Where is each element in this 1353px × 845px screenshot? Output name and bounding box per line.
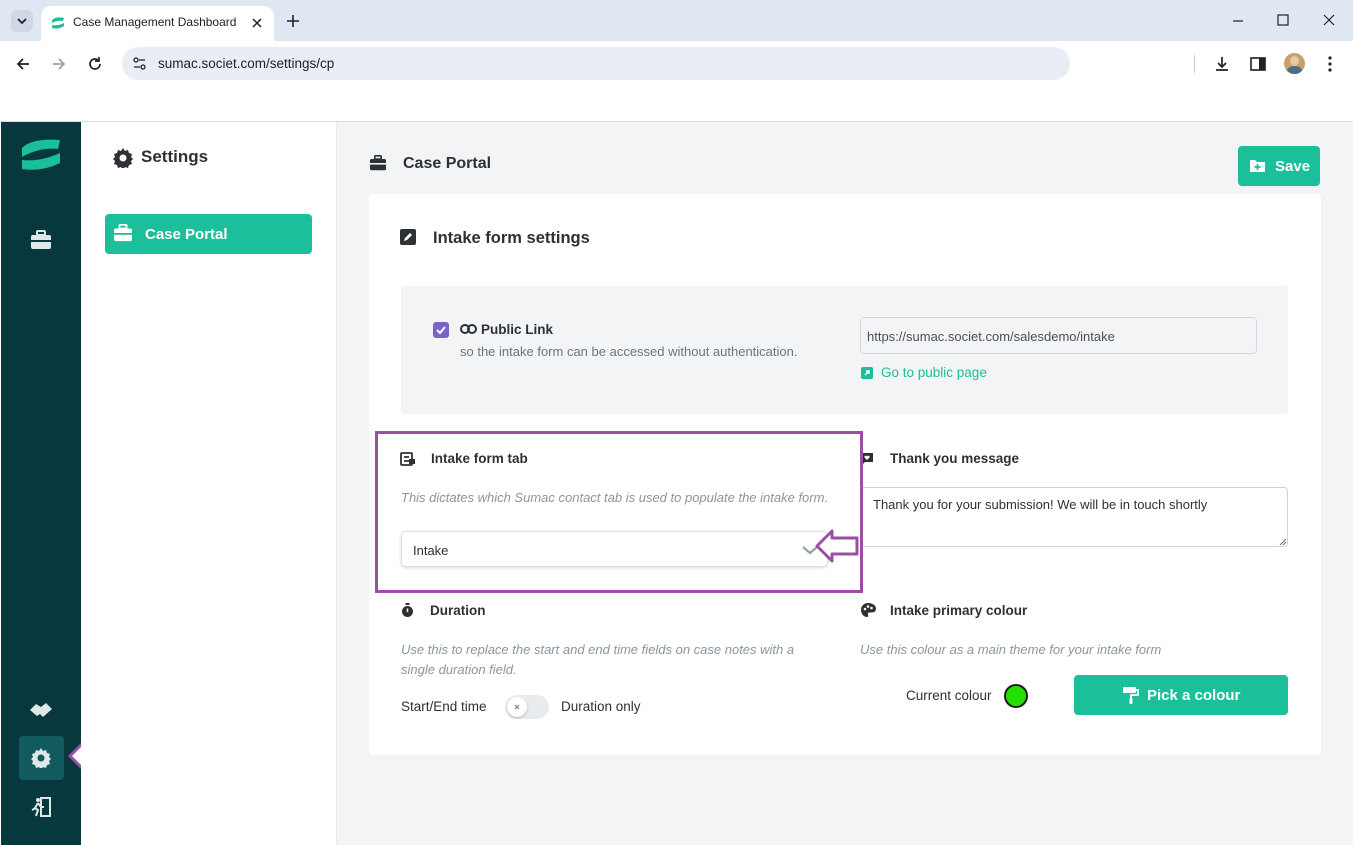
annotation-arrow-dropdown (815, 529, 859, 563)
check-icon (436, 326, 446, 335)
folder-plus-icon (1250, 160, 1265, 172)
bookmarks-bar (0, 87, 1353, 122)
settings-heading: Settings (141, 147, 209, 166)
duration-toggle[interactable] (505, 695, 549, 719)
gear-icon (31, 748, 51, 768)
close-window-icon[interactable] (1322, 13, 1336, 27)
new-tab-icon[interactable] (285, 13, 301, 29)
pick-colour-button[interactable]: Pick a colour (1074, 675, 1288, 715)
current-colour-label: Current colour (906, 688, 992, 703)
go-to-public-page-label: Go to public page (881, 365, 987, 380)
site-settings-icon[interactable] (132, 56, 147, 71)
sidebar-item-case-portal[interactable]: Case Portal (105, 214, 312, 254)
thank-you-textarea[interactable]: Thank you for your submission! We will b… (860, 487, 1288, 547)
public-url-value: https://sumac.societ.com/salesdemo/intak… (867, 329, 1115, 344)
public-link-panel: Public Link so the intake form can be ac… (401, 286, 1288, 414)
thank-you-label: Thank you message (890, 451, 1020, 466)
address-bar[interactable]: sumac.societ.com/settings/cp (122, 47, 1070, 80)
site-favicon-icon (52, 17, 64, 29)
save-label: Save (1275, 158, 1311, 175)
minimize-icon[interactable] (1231, 14, 1245, 28)
tab-title: Case Management Dashboard (73, 15, 237, 29)
settings-sidebar: Settings Case Portal (81, 122, 337, 845)
public-url-field[interactable]: https://sumac.societ.com/salesdemo/intak… (860, 317, 1257, 354)
url-text: sumac.societ.com/settings/cp (158, 56, 335, 71)
browser-tab[interactable]: Case Management Dashboard (41, 6, 274, 41)
primary-colour-description: Use this colour as a main theme for your… (860, 642, 1162, 657)
browser-tab-strip: Case Management Dashboard (0, 0, 1353, 41)
external-link-icon (861, 367, 873, 379)
save-button[interactable]: Save (1238, 146, 1320, 186)
duration-label: Duration (430, 603, 486, 618)
edit-square-icon (400, 229, 416, 245)
toggle-knob (507, 697, 527, 717)
duration-description: Use this to replace the start and end ti… (401, 642, 795, 677)
reload-icon[interactable] (87, 56, 103, 72)
handshake-icon[interactable] (29, 700, 53, 720)
thank-you-value: Thank you for your submission! We will b… (873, 497, 1208, 512)
duration-only-label: Duration only (561, 699, 641, 714)
side-panel-icon[interactable] (1249, 55, 1267, 73)
toolbar-divider (1194, 55, 1195, 73)
download-icon[interactable] (1213, 55, 1231, 73)
x-icon (514, 704, 520, 710)
resize-handle-icon[interactable] (1279, 538, 1287, 546)
section-title: Intake form settings (433, 229, 590, 247)
link-icon (460, 324, 477, 334)
maximize-icon[interactable] (1276, 13, 1290, 27)
primary-colour-label: Intake primary colour (890, 603, 1028, 618)
public-link-description: so the intake form can be accessed witho… (460, 344, 798, 359)
start-end-time-label: Start/End time (401, 699, 487, 714)
public-link-checkbox[interactable] (433, 322, 449, 338)
profile-avatar[interactable] (1284, 53, 1305, 74)
stopwatch-icon (402, 603, 413, 617)
tab-search-button[interactable] (11, 10, 33, 32)
gear-icon (113, 148, 133, 168)
annotation-highlight-box (375, 431, 863, 593)
exit-icon[interactable] (30, 796, 52, 818)
browser-toolbar: sumac.societ.com/settings/cp (0, 41, 1353, 87)
chevron-down-icon (17, 18, 27, 25)
current-colour-swatch (1004, 684, 1028, 708)
pick-colour-label: Pick a colour (1147, 687, 1241, 704)
briefcase-icon (370, 155, 386, 171)
close-tab-icon[interactable] (250, 16, 264, 30)
more-options-icon[interactable] (1321, 55, 1339, 73)
briefcase-icon (114, 224, 132, 242)
palette-icon (861, 603, 876, 617)
forward-icon[interactable] (51, 56, 67, 72)
paint-roller-icon (1123, 687, 1139, 704)
rail-settings-button[interactable] (19, 736, 64, 780)
public-link-label: Public Link (481, 322, 554, 337)
sidebar-item-label: Case Portal (145, 226, 228, 243)
page-title: Case Portal (403, 155, 492, 172)
logo-icon[interactable] (20, 136, 62, 172)
briefcase-icon[interactable] (30, 230, 52, 250)
back-icon[interactable] (15, 56, 31, 72)
